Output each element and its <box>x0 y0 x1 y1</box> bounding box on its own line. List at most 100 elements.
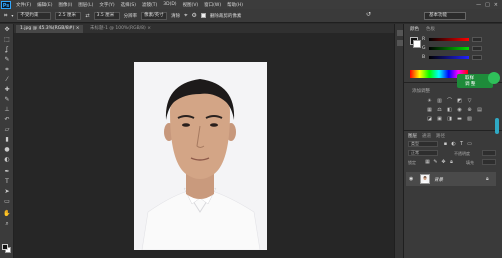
gradient-map-icon[interactable]: ▬ <box>456 116 463 122</box>
menu-type[interactable]: 文字(Y) <box>96 2 117 8</box>
filter-shape-icon[interactable]: ▭ <box>466 141 473 147</box>
lock-move-icon[interactable]: ✥ <box>440 159 447 165</box>
selective-color-icon[interactable]: ▧ <box>466 116 473 122</box>
vibrance-icon[interactable]: ▽ <box>466 98 473 104</box>
blur-icon[interactable]: ● <box>3 146 11 154</box>
slider-blue-value[interactable] <box>472 55 482 60</box>
marquee-icon[interactable]: ⬚ <box>3 36 11 44</box>
exposure-icon[interactable]: ◩ <box>456 98 463 104</box>
shape-icon[interactable]: ▭ <box>3 198 11 206</box>
healing-icon[interactable]: ✚ <box>3 86 11 94</box>
eyedropper-icon[interactable]: ⁄ <box>3 76 11 84</box>
panel-bg-swatch[interactable] <box>413 40 421 48</box>
tab-color[interactable]: 颜色 <box>410 26 419 32</box>
type-icon[interactable]: T <box>3 178 11 186</box>
hue-icon[interactable]: ▦ <box>426 107 433 113</box>
tab-layers[interactable]: 图层 <box>408 133 417 139</box>
invert-icon[interactable]: ◪ <box>426 116 433 122</box>
opacity-field[interactable] <box>482 150 496 156</box>
menu-layer[interactable]: 图层(L) <box>75 2 96 8</box>
color-balance-icon[interactable]: ⚖ <box>436 107 443 113</box>
eye-icon[interactable]: ◉ <box>409 176 413 182</box>
slider-green-track[interactable] <box>429 47 469 50</box>
levels-icon[interactable]: ▥ <box>436 98 443 104</box>
dodge-icon[interactable]: ◐ <box>3 156 11 164</box>
lock-pixels-icon[interactable]: ▦ <box>424 159 431 165</box>
channel-mixer-icon[interactable]: ⊕ <box>466 107 473 113</box>
menu-edit[interactable]: 编辑(E) <box>34 2 55 8</box>
path-select-icon[interactable]: ➤ <box>3 188 11 196</box>
straighten-icon[interactable]: ⌖ <box>184 12 187 20</box>
curves-icon[interactable]: ⌒ <box>446 98 453 104</box>
ratio-mode-select[interactable]: 不受约束 <box>17 11 52 20</box>
crop-icon[interactable]: ⌗ <box>3 66 11 74</box>
history-panel-icon[interactable] <box>397 30 403 36</box>
portrait-photo[interactable] <box>134 62 267 250</box>
foreground-color-swatch[interactable] <box>2 244 8 250</box>
menu-select[interactable]: 选择(S) <box>118 2 139 8</box>
black-white-icon[interactable]: ◧ <box>446 107 453 113</box>
lock-paint-icon[interactable]: ✎ <box>432 159 439 165</box>
maximize-icon[interactable]: □ <box>485 2 490 8</box>
menu-window[interactable]: 窗口(W) <box>201 2 224 8</box>
lasso-icon[interactable]: ʆ <box>3 46 11 54</box>
slider-green[interactable]: G <box>422 46 482 51</box>
tab-channels[interactable]: 通道 <box>422 133 431 139</box>
slider-blue[interactable]: B <box>422 55 482 60</box>
history-brush-icon[interactable]: ↶ <box>3 116 11 124</box>
filter-pixel-icon[interactable]: ▪ <box>442 141 449 147</box>
brightness-icon[interactable]: ☀ <box>426 98 433 104</box>
swap-icon[interactable]: ⇄ <box>85 13 89 19</box>
menu-filter[interactable]: 滤镜(T) <box>139 2 160 8</box>
tab-untitled-document[interactable]: 未标题-1 @ 100%(RGB/8) × <box>86 25 155 33</box>
panel-scrollbar[interactable] <box>495 118 499 134</box>
resolution-unit-select[interactable]: 像素/英寸 <box>141 11 168 20</box>
slider-red-value[interactable] <box>472 37 482 42</box>
delete-cropped-checkbox[interactable] <box>200 13 206 18</box>
slider-blue-track[interactable] <box>429 56 469 59</box>
fill-field[interactable] <box>482 159 496 165</box>
clear-button[interactable]: 清除 <box>171 13 180 19</box>
height-field[interactable]: 3.5 厘米 <box>93 11 120 20</box>
slider-red[interactable]: R <box>422 37 482 42</box>
menu-view[interactable]: 视图(V) <box>180 2 202 8</box>
menu-3d[interactable]: 3D(D) <box>160 2 179 7</box>
crop-tool-icon[interactable]: ⌗ <box>4 12 7 20</box>
close-icon[interactable]: × <box>494 2 498 8</box>
gear-icon[interactable]: ⚙ <box>192 12 197 19</box>
menu-file[interactable]: 文件(F) <box>13 2 34 8</box>
chevron-down-icon[interactable]: ▾ <box>11 13 13 18</box>
color-lookup-icon[interactable]: ▤ <box>476 107 483 113</box>
gradient-icon[interactable]: ▮ <box>3 136 11 144</box>
slider-red-track[interactable] <box>429 38 469 41</box>
menu-help[interactable]: 帮助(H) <box>224 2 246 8</box>
stamp-icon[interactable]: ⊥ <box>3 106 11 114</box>
slider-green-value[interactable] <box>472 46 482 51</box>
filter-adjust-icon[interactable]: ◐ <box>450 141 457 147</box>
tab-swatches[interactable]: 色板 <box>426 26 435 32</box>
properties-panel-icon[interactable] <box>397 40 403 46</box>
eraser-icon[interactable]: ▱ <box>3 126 11 134</box>
layer-name[interactable]: 背景 <box>434 177 443 183</box>
photo-filter-icon[interactable]: ◉ <box>456 107 463 113</box>
menu-bar: Ps 文件(F) 编辑(E) 图像(I) 图层(L) 文字(Y) 选择(S) 滤… <box>0 0 502 9</box>
lock-icon[interactable]: 🔒︎ <box>448 159 455 165</box>
menu-image[interactable]: 图像(I) <box>55 2 75 8</box>
width-field[interactable]: 2.5 厘米 <box>55 11 82 20</box>
posterize-icon[interactable]: ▣ <box>436 116 443 122</box>
hand-icon[interactable]: ✋ <box>3 210 11 218</box>
minimize-icon[interactable]: — <box>476 2 481 8</box>
tab-active-document[interactable]: 1.jpg @ 45.3%(RGB/8#) × <box>16 25 84 33</box>
pen-icon[interactable]: ✒ <box>3 168 11 176</box>
quick-select-icon[interactable]: ✎ <box>3 56 11 64</box>
threshold-icon[interactable]: ◨ <box>446 116 453 122</box>
brush-icon[interactable]: ✎ <box>3 96 11 104</box>
filter-type-icon[interactable]: T <box>458 141 465 147</box>
tab-paths[interactable]: 路径 <box>436 133 445 139</box>
move-icon[interactable]: ✥ <box>3 26 11 34</box>
blend-mode-select[interactable]: 正常 <box>408 150 438 156</box>
zoom-icon[interactable]: ⌕ <box>3 220 11 228</box>
reset-icon[interactable]: ↺ <box>366 11 371 18</box>
layer-kind-filter[interactable]: 类型 <box>408 141 438 147</box>
workspace-select[interactable]: 基本功能 <box>424 12 466 20</box>
